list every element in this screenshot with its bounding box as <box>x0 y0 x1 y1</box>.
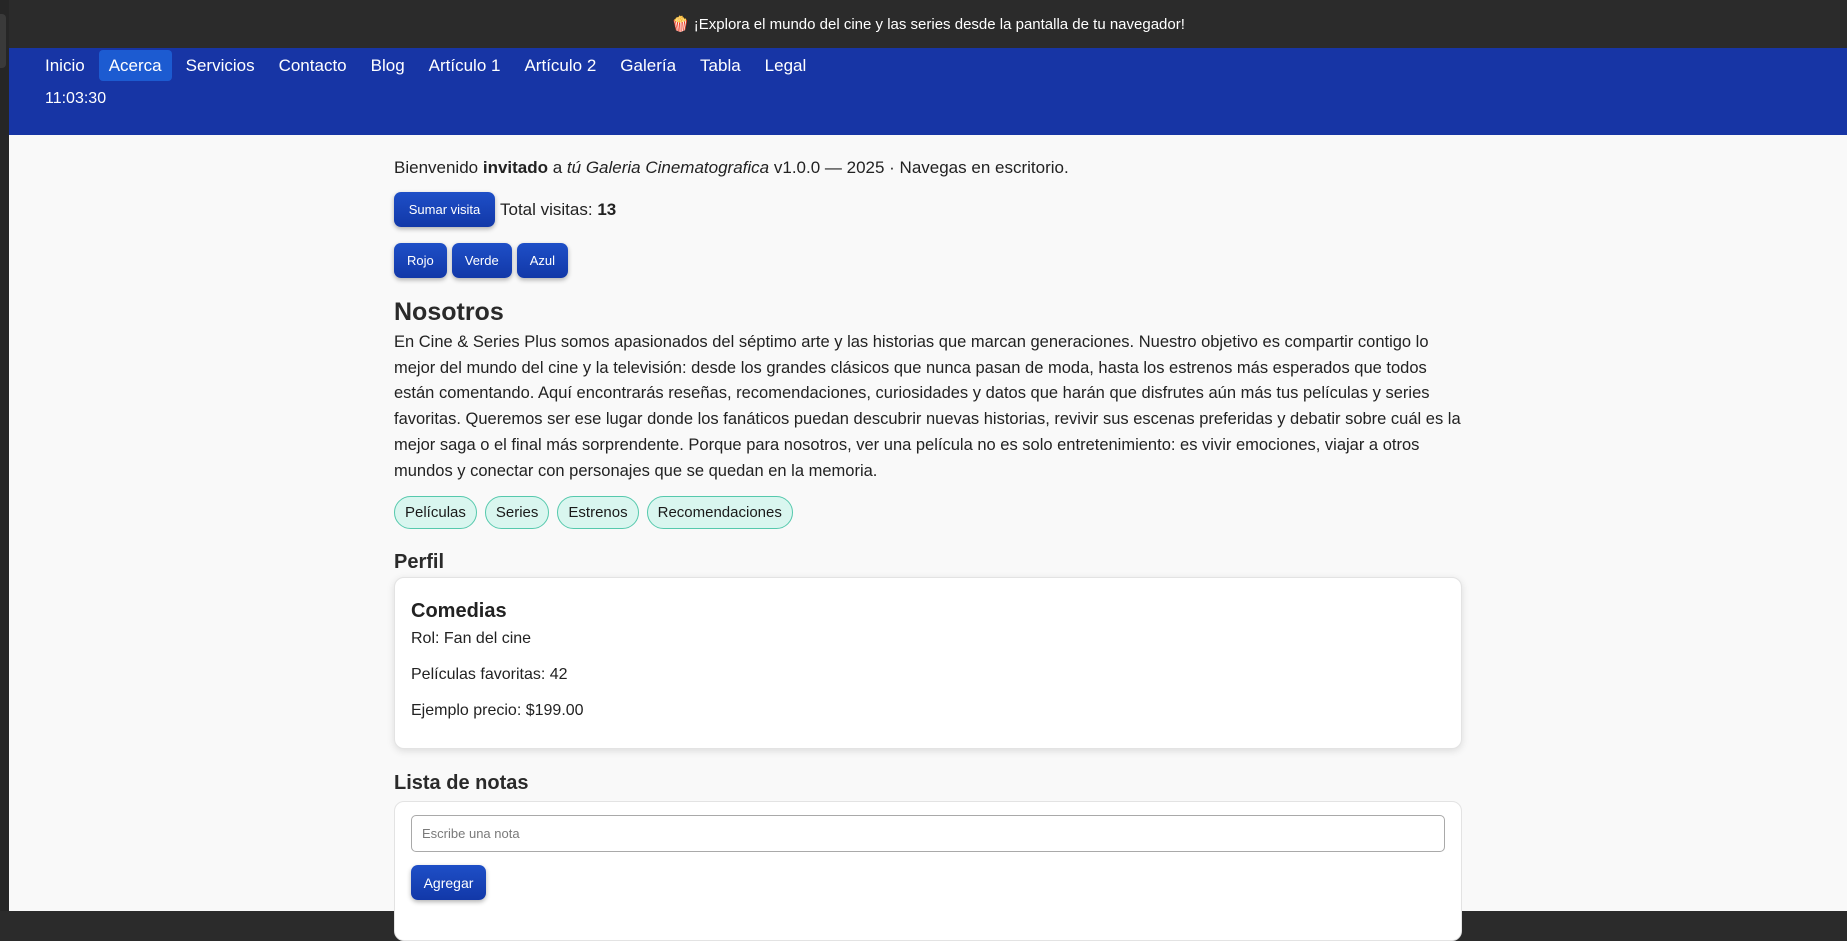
window-edge-handle <box>0 14 6 68</box>
page-content: Bienvenido invitado a tú Galeria Cinemat… <box>9 135 1847 941</box>
profile-card: Comedias Rol: Fan del cine Películas fav… <box>394 577 1462 749</box>
profile-card-title: Comedias <box>411 600 507 622</box>
welcome-suffix: v1.0.0 — 2025 · Navegas en escritorio. <box>769 158 1069 177</box>
add-note-button[interactable]: Agregar <box>411 865 486 900</box>
banner-text: ¡Explora el mundo del cine y las series … <box>693 15 1185 33</box>
nav-link-articulo-1[interactable]: Artículo 1 <box>419 50 511 81</box>
visit-total-label: Total visitas: <box>500 199 598 219</box>
about-title: Nosotros <box>394 298 504 326</box>
about-text: En Cine & Series Plus somos apasionados … <box>394 333 1461 480</box>
visit-counter: Sumar visita Total visitas: 13 <box>394 192 616 227</box>
profile-favorites: Películas favoritas: 42 <box>411 666 568 683</box>
profile-section-title: Perfil <box>394 551 445 573</box>
welcome-message: Bienvenido invitado a tú Galeria Cinemat… <box>394 158 1069 178</box>
nav-link-inicio[interactable]: Inicio <box>35 50 95 81</box>
notes-section-title: Lista de notas <box>394 772 529 794</box>
theme-buttons: Rojo Verde Azul <box>394 243 569 278</box>
nav-link-galeria[interactable]: Galería <box>610 50 686 81</box>
green-theme-button[interactable]: Verde <box>451 243 512 278</box>
navbar: Inicio Acerca Servicios Contacto Blog Ar… <box>9 48 1847 135</box>
welcome-user: invitado <box>482 158 549 177</box>
nav-link-contacto[interactable]: Contacto <box>269 50 357 81</box>
tag-estrenos: Estrenos <box>557 496 639 529</box>
nav-link-legal[interactable]: Legal <box>755 50 817 81</box>
nav-link-tabla[interactable]: Tabla <box>690 50 751 81</box>
clock: 11:03:30 <box>45 90 107 107</box>
tag-recomendaciones: Recomendaciones <box>646 496 793 529</box>
blue-theme-button[interactable]: Azul <box>516 243 569 278</box>
tag-series: Series <box>484 496 550 529</box>
add-visit-button[interactable]: Sumar visita <box>394 192 495 227</box>
tag-list: Películas Series Estrenos Recomendacione… <box>394 496 793 529</box>
profile-role: Rol: Fan del cine <box>411 630 532 647</box>
visit-total: Total visitas: 13 <box>500 200 616 220</box>
window-edge <box>0 0 9 911</box>
nav-link-articulo-2[interactable]: Artículo 2 <box>514 50 606 81</box>
nav-link-servicios[interactable]: Servicios <box>176 50 265 81</box>
popcorn-icon: 🍿 <box>671 16 690 33</box>
visit-count: 13 <box>597 199 617 219</box>
nav-link-acerca[interactable]: Acerca <box>98 50 172 81</box>
welcome-site-name: tú Galeria Cinematografica <box>566 158 770 177</box>
notes-card: Agregar <box>394 801 1462 941</box>
welcome-prefix: Bienvenido <box>394 158 483 177</box>
promo-banner: 🍿 ¡Explora el mundo del cine y las serie… <box>9 0 1847 48</box>
nav-links: Inicio Acerca Servicios Contacto Blog Ar… <box>35 50 816 81</box>
red-theme-button[interactable]: Rojo <box>394 243 447 278</box>
welcome-middle: a <box>548 158 567 177</box>
note-input[interactable] <box>411 815 1445 852</box>
nav-link-blog[interactable]: Blog <box>361 50 415 81</box>
tag-peliculas: Películas <box>394 496 477 529</box>
profile-price: Ejemplo precio: $199.00 <box>411 702 584 719</box>
